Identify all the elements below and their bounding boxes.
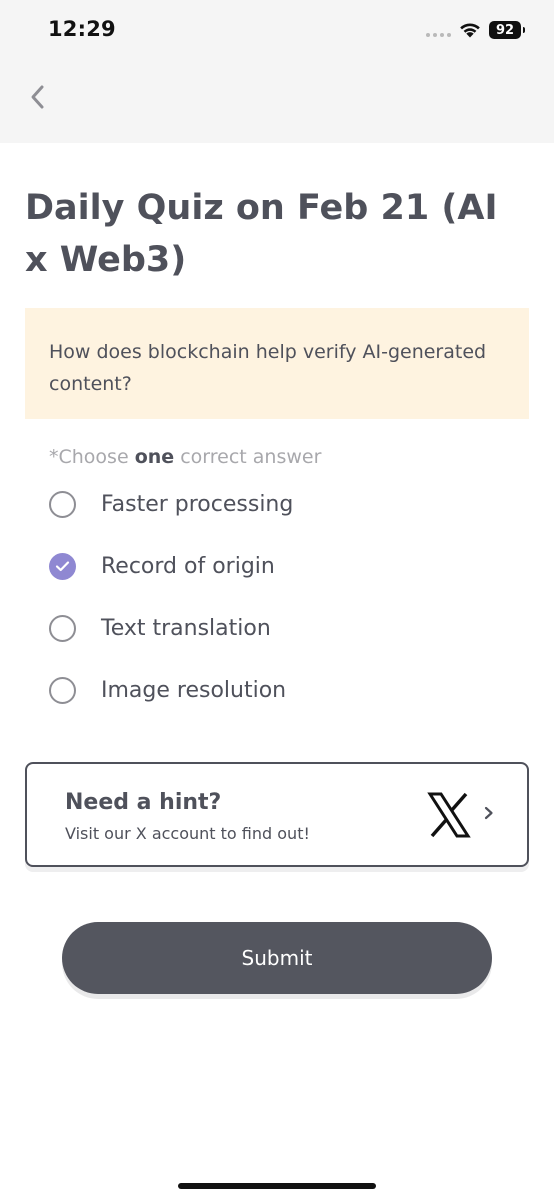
back-button[interactable]: [22, 78, 56, 116]
hint-card[interactable]: Need a hint? Visit our X account to find…: [25, 762, 529, 867]
radio-button[interactable]: [49, 490, 76, 518]
option-faster-processing[interactable]: Faster processing: [49, 484, 509, 524]
hint-subtitle: Visit our X account to find out!: [65, 824, 310, 843]
x-logo-icon: [427, 792, 471, 838]
option-label: Text translation: [101, 615, 271, 641]
hint-title: Need a hint?: [65, 790, 222, 815]
option-image-resolution[interactable]: Image resolution: [49, 670, 509, 710]
chevron-left-icon: [31, 85, 44, 109]
quiz-screen: 12:29 92 Daily Quiz on Feb 21 (AI x Web3…: [0, 0, 554, 1200]
home-indicator: [178, 1183, 376, 1189]
battery-icon: 92: [489, 21, 525, 39]
top-bar: 12:29 92: [0, 0, 554, 143]
radio-button[interactable]: [49, 614, 76, 642]
submit-button[interactable]: Submit: [62, 922, 492, 994]
cellular-signal-icon: [426, 33, 451, 37]
question-card: How does blockchain help verify AI-gener…: [25, 308, 529, 419]
option-label: Record of origin: [101, 553, 275, 579]
option-label: Image resolution: [101, 677, 287, 703]
instruction-prefix: *Choose: [49, 446, 135, 468]
wifi-icon: [460, 23, 480, 38]
checkmark-icon: [55, 561, 70, 572]
instruction-emphasis: one: [134, 446, 175, 468]
option-text-translation[interactable]: Text translation: [49, 608, 509, 648]
instruction-suffix: correct answer: [174, 446, 322, 468]
question-text: How does blockchain help verify AI-gener…: [49, 341, 487, 395]
radio-button[interactable]: [49, 676, 76, 704]
option-label: Faster processing: [101, 491, 294, 517]
answer-instruction: *Choose one correct answer: [49, 446, 321, 468]
quiz-title: Daily Quiz on Feb 21 (AI x Web3): [25, 188, 498, 280]
radio-button-selected[interactable]: [49, 552, 76, 580]
chevron-right-icon: [484, 806, 493, 820]
option-record-of-origin[interactable]: Record of origin: [49, 546, 509, 586]
status-time: 12:29: [48, 17, 116, 41]
